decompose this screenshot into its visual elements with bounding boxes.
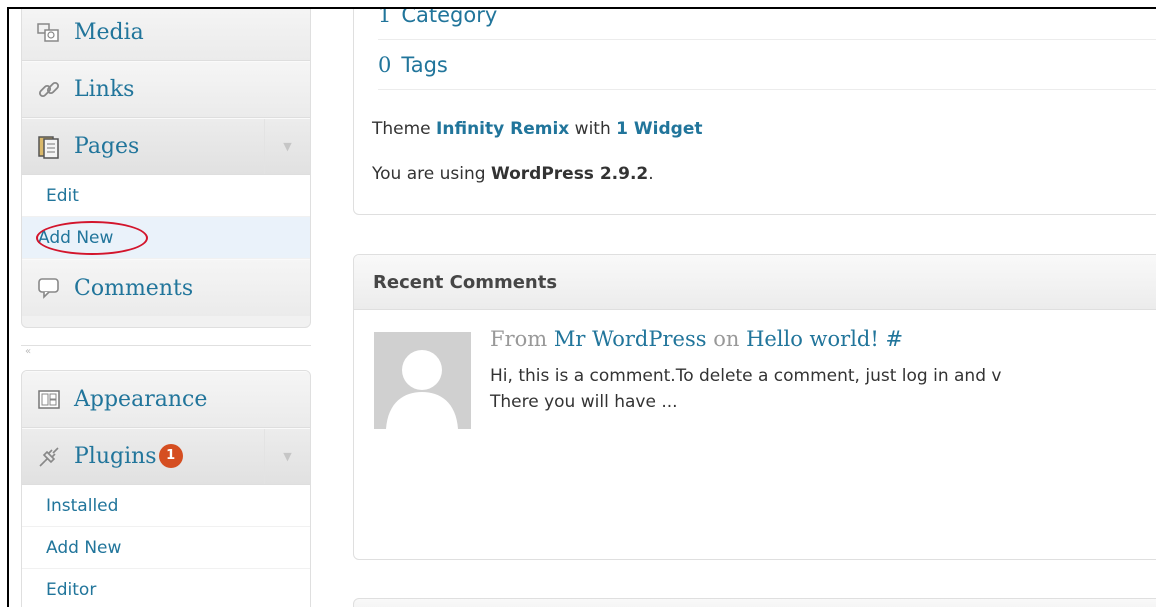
version-name: WordPress 2.9.2 bbox=[490, 164, 649, 184]
category-stat-row[interactable]: 1 Category bbox=[378, 7, 1156, 40]
version-info: You are using WordPress 2.9.2. bbox=[372, 164, 654, 184]
avatar bbox=[374, 332, 471, 429]
menu-pages[interactable]: Pages ▼ bbox=[22, 118, 310, 175]
submenu-plugins-editor[interactable]: Editor bbox=[22, 569, 310, 607]
menu-group-content: Media Links Pages ▼ Edit Add New Comment… bbox=[21, 9, 311, 328]
tags-stat-row[interactable]: 0 Tags bbox=[378, 40, 1156, 90]
theme-prefix: Theme bbox=[372, 119, 431, 139]
tags-label: Tags bbox=[401, 53, 448, 77]
menu-pages-label: Pages bbox=[74, 134, 140, 159]
submenu-plugins-installed[interactable]: Installed bbox=[22, 485, 310, 527]
comment-from: From bbox=[490, 327, 548, 351]
link-chain-icon bbox=[34, 75, 64, 105]
plugins-update-badge: 1 bbox=[158, 443, 183, 468]
pages-toggle-icon[interactable]: ▼ bbox=[264, 119, 310, 174]
theme-name-link[interactable]: Infinity Remix bbox=[436, 119, 569, 139]
collapse-menu-icon[interactable]: « bbox=[25, 346, 31, 357]
menu-comments[interactable]: Comments bbox=[22, 259, 310, 316]
submenu-pages-edit[interactable]: Edit bbox=[22, 175, 310, 217]
tags-count: 0 bbox=[378, 53, 392, 77]
menu-plugins[interactable]: Plugins 1 ▼ bbox=[22, 428, 310, 485]
widget-count-link[interactable]: 1 Widget bbox=[616, 119, 702, 139]
menu-media[interactable]: Media bbox=[22, 9, 310, 61]
theme-with: with bbox=[574, 119, 611, 139]
menu-comments-label: Comments bbox=[74, 275, 194, 301]
version-suffix: . bbox=[648, 164, 654, 184]
plugins-submenu: Installed Add New Editor bbox=[22, 485, 310, 607]
comment-excerpt-line-1: Hi, this is a comment.To delete a commen… bbox=[490, 366, 1002, 386]
avatar-silhouette-icon bbox=[386, 350, 458, 429]
menu-appearance[interactable]: Appearance bbox=[22, 371, 310, 428]
comment-bubble-icon bbox=[34, 273, 64, 303]
category-count: 1 bbox=[378, 7, 392, 27]
next-widget-header bbox=[353, 598, 1156, 607]
theme-info: Theme Infinity Remix with 1 Widget bbox=[372, 119, 702, 139]
admin-sidebar: Media Links Pages ▼ Edit Add New Comment… bbox=[21, 9, 311, 607]
category-label: Category bbox=[401, 7, 498, 27]
version-prefix: You are using bbox=[372, 164, 486, 184]
menu-plugins-label: Plugins bbox=[74, 444, 157, 469]
recent-comments-widget: Recent Comments From Mr WordPress on Hel… bbox=[353, 254, 1156, 560]
comment-on: on bbox=[713, 327, 740, 351]
recent-comments-title[interactable]: Recent Comments bbox=[354, 255, 1156, 310]
comment-meta: From Mr WordPress on Hello world! # bbox=[490, 327, 903, 351]
comment-excerpt-line-2: There you will have ... bbox=[490, 392, 678, 412]
right-now-widget: 1 Category 0 Tags Theme Infinity Remix wit… bbox=[353, 7, 1156, 215]
menu-separator: « bbox=[21, 345, 311, 359]
screenshot-frame: Media Links Pages ▼ Edit Add New Comment… bbox=[7, 7, 1156, 607]
media-icon bbox=[34, 18, 64, 48]
menu-media-label: Media bbox=[74, 20, 144, 45]
menu-links-label: Links bbox=[74, 77, 135, 102]
comment-author-link[interactable]: Mr WordPress bbox=[554, 327, 707, 351]
pages-icon bbox=[34, 132, 64, 162]
comment-post-link[interactable]: Hello world! bbox=[746, 327, 879, 351]
menu-appearance-label: Appearance bbox=[74, 387, 208, 412]
submenu-plugins-add-new[interactable]: Add New bbox=[22, 527, 310, 569]
plugin-plug-icon bbox=[34, 442, 64, 472]
menu-group-settings: Appearance Plugins 1 ▼ Installed Add New… bbox=[21, 370, 311, 607]
menu-links[interactable]: Links bbox=[22, 61, 310, 118]
highlight-annotation-oval bbox=[36, 221, 148, 255]
comment-excerpt: Hi, this is a comment.To delete a commen… bbox=[490, 363, 1156, 415]
submenu-pages-add-new[interactable]: Add New bbox=[22, 217, 310, 259]
pages-submenu: Edit Add New bbox=[22, 175, 310, 259]
plugins-toggle-icon[interactable]: ▼ bbox=[264, 429, 310, 484]
dashboard-main: 1 Category 0 Tags Theme Infinity Remix wit… bbox=[353, 9, 1156, 607]
appearance-icon bbox=[34, 385, 64, 415]
comment-permalink[interactable]: # bbox=[886, 327, 904, 351]
